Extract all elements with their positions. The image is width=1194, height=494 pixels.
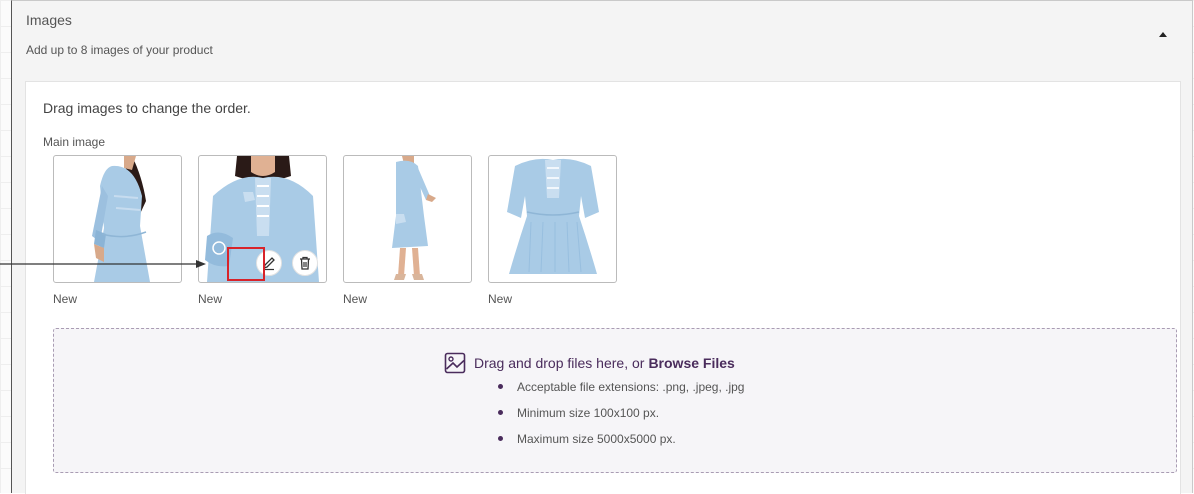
delete-image-button[interactable] [292, 250, 318, 276]
image-thumbnail-4[interactable] [488, 155, 617, 283]
dress-photo-3 [392, 156, 436, 280]
image-status-3: New [343, 292, 368, 306]
upload-rules-list: Acceptable file extensions: .png, .jpeg,… [497, 381, 744, 459]
images-panel: Images Add up to 8 images of your produc… [11, 0, 1193, 494]
image-status-4: New [488, 292, 513, 306]
main-image-label: Main image [43, 135, 106, 149]
section-title: Images [26, 12, 72, 28]
dress-photo-1 [92, 156, 150, 282]
image-status-1: New [53, 292, 78, 306]
browse-files-link[interactable]: Browse Files [648, 355, 734, 371]
highlight-box [227, 247, 265, 281]
reorder-hint: Drag images to change the order. [43, 100, 251, 116]
image-upload-icon [444, 352, 466, 374]
file-dropzone[interactable]: Drag and drop files here, or Browse File… [53, 328, 1177, 473]
section-subtitle: Add up to 8 images of your product [26, 43, 213, 57]
image-status-2: New [198, 292, 223, 306]
image-thumbnail-1[interactable] [53, 155, 182, 283]
dress-photo-4 [507, 158, 599, 274]
image-thumbnail-3[interactable] [343, 155, 472, 283]
image-uploader-card: Drag images to change the order. Main im… [25, 81, 1181, 494]
dropzone-text: Drag and drop files here, or [474, 355, 645, 371]
collapse-arrow-icon[interactable] [1153, 26, 1173, 44]
dropzone-prompt: Drag and drop files here, or Browse File… [444, 352, 735, 374]
upload-rule: Minimum size 100x100 px. [497, 407, 744, 433]
trash-icon [300, 256, 310, 270]
upload-rule: Maximum size 5000x5000 px. [497, 433, 744, 459]
upload-rule: Acceptable file extensions: .png, .jpeg,… [497, 381, 744, 407]
